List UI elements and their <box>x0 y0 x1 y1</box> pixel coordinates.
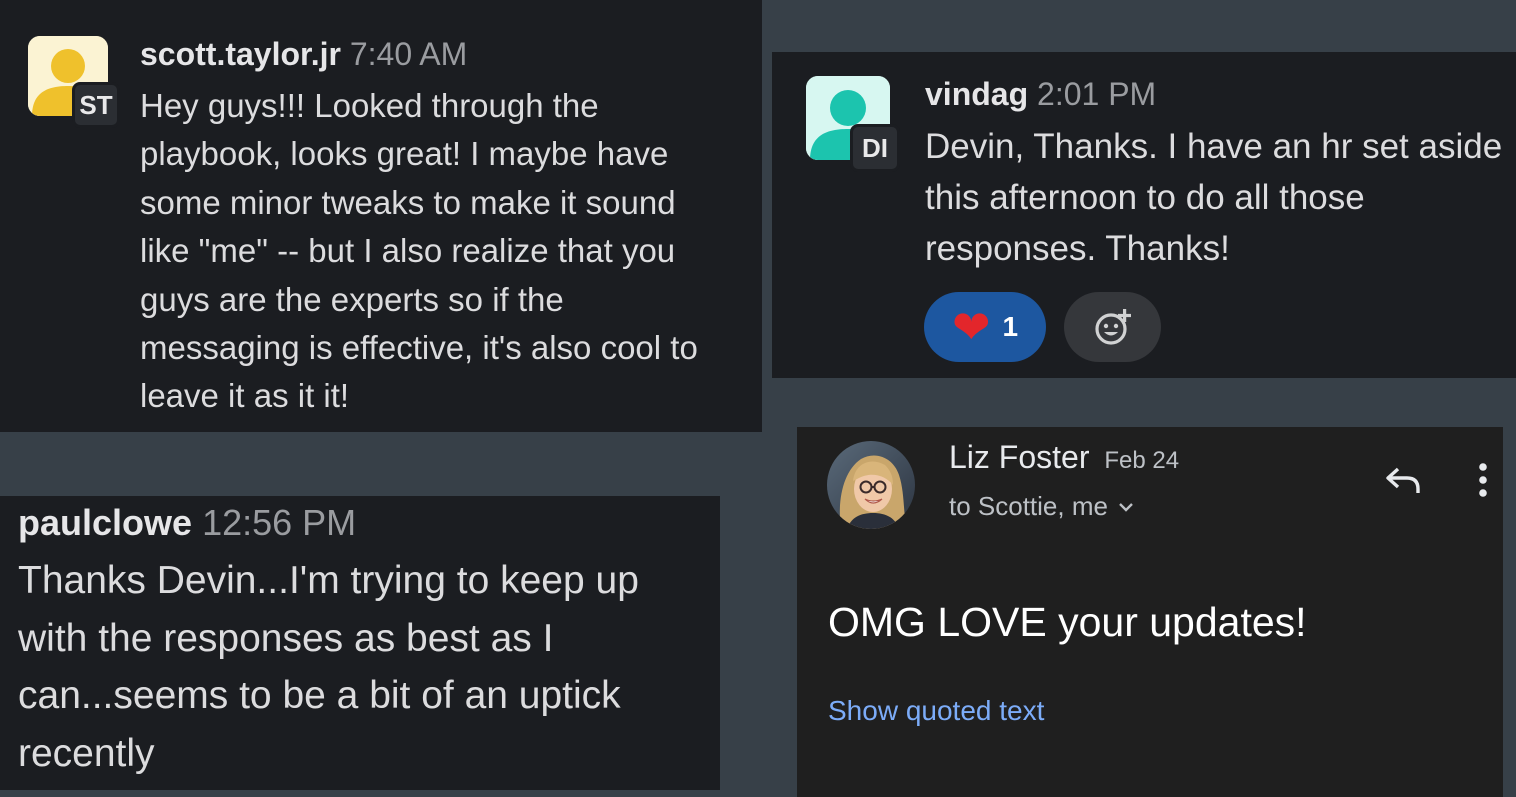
message-text: Hey guys!!! Looked through the playbook,… <box>140 82 740 421</box>
message-line: leave it as it it! <box>140 377 350 415</box>
timestamp[interactable]: 12:56 PM <box>202 502 356 543</box>
more-options-button[interactable] <box>1477 463 1489 502</box>
add-reaction-button[interactable] <box>1064 292 1161 362</box>
sender-avatar[interactable] <box>827 441 915 529</box>
add-reaction-icon <box>1094 307 1131 345</box>
chevron-down-icon <box>1119 502 1133 512</box>
recipients-text: to Scottie, me <box>949 491 1108 521</box>
message-line: like "me" -- but I also realize that you <box>140 232 676 270</box>
email-date: Feb 24 <box>1104 447 1180 474</box>
message-line: playbook, looks great! I maybe have <box>140 135 669 173</box>
message-line: guys are the experts so if the <box>140 280 564 318</box>
username[interactable]: scott.taylor.jr <box>140 36 341 72</box>
sender-name[interactable]: Liz Foster <box>949 439 1089 475</box>
username[interactable]: vindag <box>925 76 1028 112</box>
more-vert-icon <box>1479 463 1487 497</box>
recipients-toggle[interactable]: to Scottie, me <box>949 491 1134 522</box>
profile-photo <box>827 441 915 529</box>
show-quoted-text-link[interactable]: Show quoted text <box>828 695 1044 727</box>
message-line: responses. Thanks! <box>925 228 1230 268</box>
username[interactable]: paulclowe <box>18 502 192 543</box>
slack-message-vindag: DI vindag 2:01 PM Devin, Thanks. I have … <box>772 52 1516 378</box>
message-line: with the responses as best as I <box>18 616 554 660</box>
message-line: recently <box>18 731 155 775</box>
message-text: Devin, Thanks. I have an hr set aside th… <box>925 122 1516 274</box>
message-line: this afternoon to do all those <box>925 177 1365 217</box>
email-card: Liz Foster Feb 24 to Scottie, me OMG LOV… <box>797 427 1503 797</box>
sender-line: Liz Foster Feb 24 <box>949 439 1179 476</box>
message-line: messaging is effective, it's also cool t… <box>140 329 698 367</box>
email-body: OMG LOVE your updates! <box>828 599 1307 645</box>
message-line: Hey guys!!! Looked through the <box>140 87 599 124</box>
message-header: scott.taylor.jr 7:40 AM <box>140 36 467 73</box>
message-text: Thanks Devin...I'm trying to keep up wit… <box>18 552 708 782</box>
reaction-count: 1 <box>1002 311 1019 342</box>
message-line: Thanks Devin...I'm trying to keep up <box>18 559 639 602</box>
timestamp[interactable]: 2:01 PM <box>1037 76 1156 112</box>
message-line: Devin, Thanks. I have an hr set aside <box>925 127 1503 166</box>
avatar-initials: DI <box>850 124 900 172</box>
heart-icon: ❤ <box>951 301 991 353</box>
heart-reaction-button[interactable]: ❤ 1 <box>924 292 1046 362</box>
slack-message-paul: paulclowe 12:56 PM Thanks Devin...I'm tr… <box>0 496 720 790</box>
message-line: can...seems to be a bit of an uptick <box>18 674 621 717</box>
message-header: paulclowe 12:56 PM <box>18 502 356 544</box>
message-line: some minor tweaks to make it sound <box>140 183 676 221</box>
timestamp[interactable]: 7:40 AM <box>350 36 467 72</box>
slack-message-scott: ST scott.taylor.jr 7:40 AM Hey guys!!! L… <box>0 0 762 432</box>
message-header: vindag 2:01 PM <box>925 76 1156 113</box>
reply-button[interactable] <box>1385 465 1421 500</box>
reply-icon <box>1386 467 1420 493</box>
avatar-initials: ST <box>72 82 120 128</box>
